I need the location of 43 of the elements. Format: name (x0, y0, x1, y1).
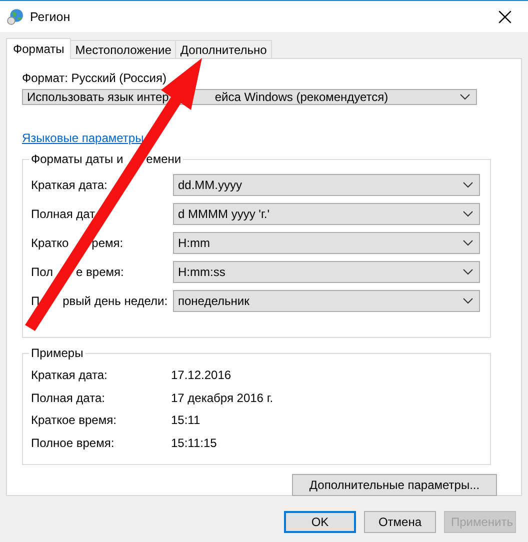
group-title: емени (146, 152, 182, 166)
chevron-down-icon (463, 210, 473, 216)
format-dropdown[interactable]: Использовать язык интер ейса Windows (рекомендуется) (22, 89, 477, 105)
example-value: 17 декабря 2016 г. (171, 390, 274, 405)
chevron-down-icon (463, 240, 473, 246)
chevron-down-icon (460, 94, 470, 100)
example-label: Краткое время: (31, 413, 118, 428)
dialog-button[interactable]: OK (284, 511, 356, 533)
field-label: Краткая дата: (31, 178, 108, 192)
example-label: Полное время: (31, 436, 116, 450)
advanced-settings-button[interactable]: Дополнительные параметры... (292, 474, 497, 496)
example-value: 15:11:15 (171, 436, 217, 450)
example-label: Краткая дата: (31, 368, 108, 382)
dialog-button[interactable]: Отмена (364, 511, 436, 533)
format-dropdown[interactable]: H:mm:ss (173, 260, 480, 282)
example-value: 15:11 (171, 413, 200, 428)
format-dropdown[interactable]: dd.MM.yyyy (173, 174, 480, 196)
example-label: Полная дата: (31, 390, 106, 405)
format-dropdown[interactable]: H:mm (173, 232, 480, 254)
dropdown-value: ейса Windows (рекомендуется) (214, 90, 388, 104)
group-title: Форматы даты и (31, 152, 124, 166)
globe-icon (7, 8, 24, 25)
dropdown-value: Использовать язык интер (27, 90, 169, 104)
tab[interactable]: Дополнительно (175, 40, 272, 58)
format-dropdown[interactable]: d MMMM yyyy 'г.' (173, 202, 480, 224)
field-label: рвый день недели: (62, 294, 168, 308)
language-settings-link[interactable]: Языковые параметры (22, 131, 144, 145)
chevron-down-icon (463, 268, 473, 274)
format-label: Формат: Русский (Россия) (22, 71, 168, 85)
tab[interactable]: Форматы (6, 38, 72, 59)
chevron-down-icon (463, 182, 473, 188)
format-dropdown[interactable]: понедельник (173, 290, 480, 312)
chevron-down-icon (463, 298, 473, 304)
field-label: Кратко (31, 236, 69, 250)
group-title: Примеры (30, 346, 84, 360)
field-label: Пол (31, 264, 54, 278)
field-label: е время: (76, 264, 124, 278)
close-icon (498, 10, 512, 24)
window-title: Регион (30, 10, 70, 24)
example-value: 17.12.2016 (171, 368, 232, 382)
field-label: Полная дат (31, 206, 96, 220)
field-label: П (31, 294, 40, 308)
field-label: ремя: (92, 236, 124, 250)
